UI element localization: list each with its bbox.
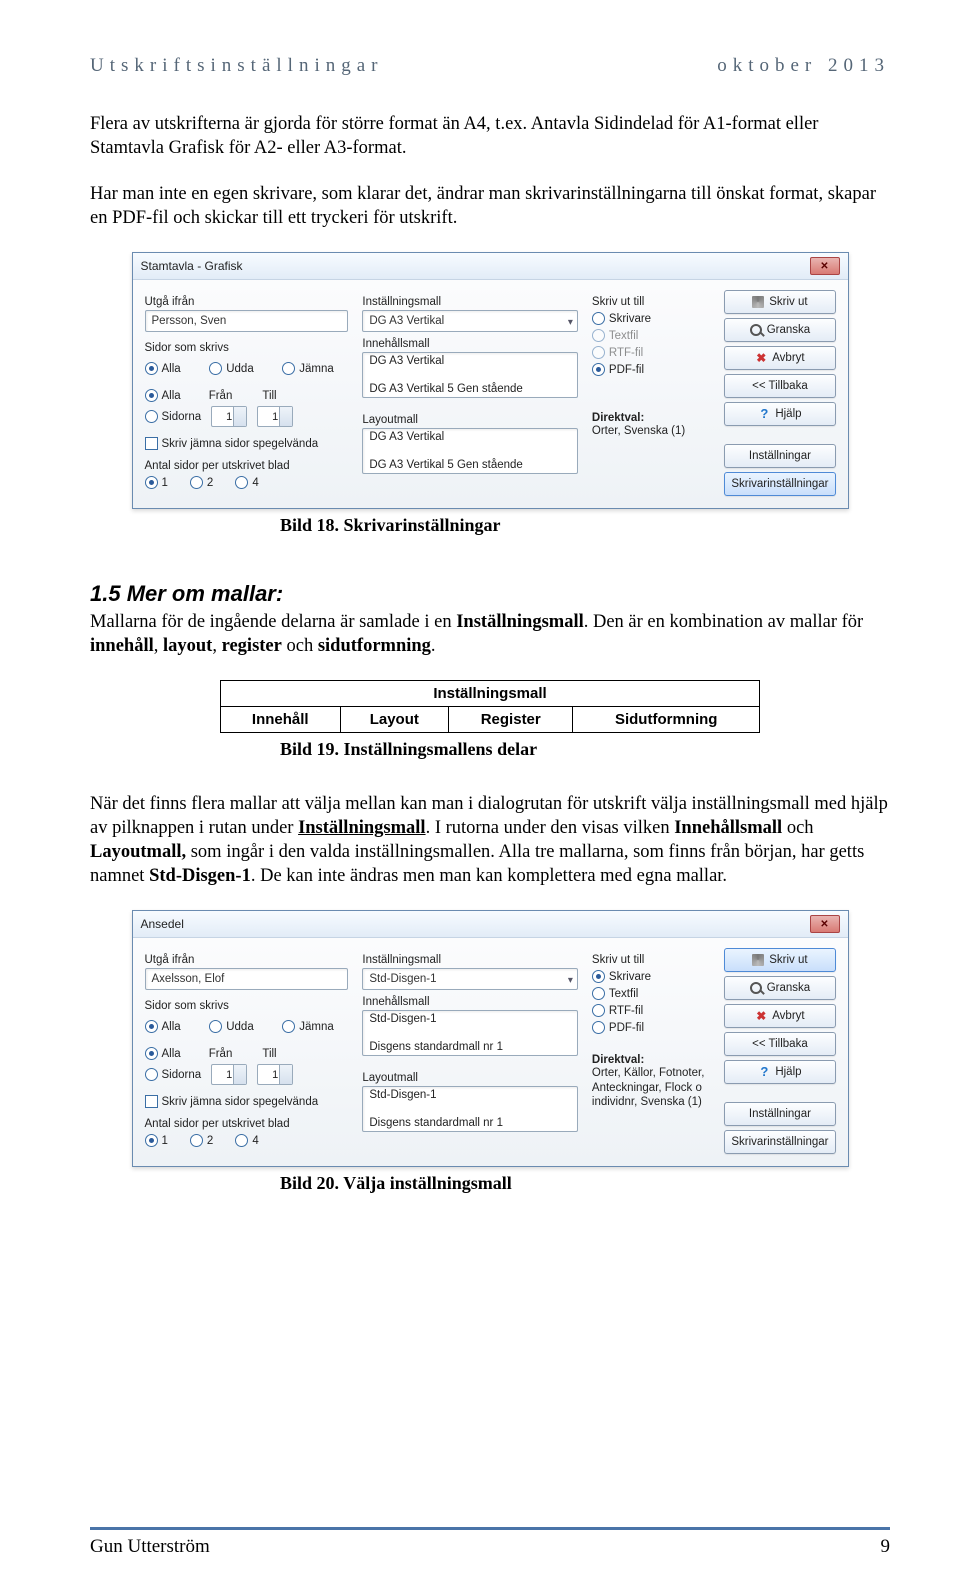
utga-field[interactable]: Persson, Sven <box>145 310 349 332</box>
print-button[interactable]: Skriv ut <box>724 290 835 314</box>
radio-2[interactable] <box>190 476 203 489</box>
radio-rtf <box>592 346 605 359</box>
paragraph-intro-2: Har man inte en egen skrivare, som klara… <box>90 182 890 230</box>
direktval-head: Direktval: <box>592 412 710 424</box>
inne-list[interactable]: DG A3 Vertikal DG A3 Vertikal 5 Gen ståe… <box>362 352 578 398</box>
help-button-d2[interactable]: ?Hjälp <box>724 1060 835 1084</box>
radio-udda[interactable] <box>209 362 222 375</box>
radio-4-d2[interactable] <box>235 1134 248 1147</box>
caption-19: Bild 19. Inställningsmallens delar <box>280 739 890 760</box>
cell-sidutf: Sidutformning <box>573 707 760 733</box>
utga-label: Utgå ifrån <box>145 296 349 308</box>
cancel-button-d2[interactable]: ✖Avbryt <box>724 1004 835 1028</box>
cell-innehall: Innehåll <box>221 707 341 733</box>
header-right: oktober 2013 <box>717 55 890 77</box>
footer-author: Gun Utterström <box>90 1536 210 1558</box>
radio-alla-2[interactable] <box>145 389 158 402</box>
inne-label: Innehållsmall <box>362 338 578 350</box>
paragraph-3: När det finns flera mallar att välja mel… <box>90 792 890 888</box>
preview-button-d2[interactable]: Granska <box>724 976 835 1000</box>
help-button[interactable]: ?Hjälp <box>724 402 835 426</box>
radio-2-d2[interactable] <box>190 1134 203 1147</box>
footer-page: 9 <box>881 1536 891 1558</box>
printer-settings-button-d2[interactable]: Skrivarinställningar <box>724 1130 835 1154</box>
settings-button[interactable]: Inställningar <box>724 444 835 468</box>
settings-button-d2[interactable]: Inställningar <box>724 1102 835 1126</box>
from-spinner[interactable]: 1 <box>211 406 247 427</box>
mirror-checkbox-d2[interactable] <box>145 1095 158 1108</box>
inst-combo-d2[interactable]: Std-Disgen-1 <box>362 968 578 990</box>
from-spinner-d2[interactable]: 1 <box>211 1064 247 1085</box>
print-icon <box>752 296 764 308</box>
back-button[interactable]: << Tillbaka <box>724 374 835 398</box>
sidor-label: Sidor som skrivs <box>145 342 349 354</box>
dialog-stamtavla: Stamtavla - Grafisk ✕ Utgå ifrån Persson… <box>132 252 849 509</box>
radio-1-d2[interactable] <box>145 1134 158 1147</box>
radio-alla2-d2[interactable] <box>145 1047 158 1060</box>
layout-list-d2[interactable]: Std-Disgen-1 Disgens standardmall nr 1 <box>362 1086 578 1132</box>
back-button-d2[interactable]: << Tillbaka <box>724 1032 835 1056</box>
radio-skrivare-d2[interactable] <box>592 970 605 983</box>
radio-pdf[interactable] <box>592 363 605 376</box>
radio-jamna[interactable] <box>282 362 295 375</box>
cell-register: Register <box>449 707 573 733</box>
radio-4[interactable] <box>235 476 248 489</box>
radio-sidorna[interactable] <box>145 410 158 423</box>
magnifier-icon <box>750 324 762 336</box>
inst-combo[interactable]: DG A3 Vertikal <box>362 310 578 332</box>
section-heading: 1.5 Mer om mallar: <box>90 581 890 607</box>
skriv-till-label: Skriv ut till <box>592 296 710 308</box>
cell-layout: Layout <box>340 707 449 733</box>
table-head: Inställningsmall <box>221 681 760 707</box>
radio-sidorna-d2[interactable] <box>145 1068 158 1081</box>
direktval-text-d2: Orter, Källor, Fotnoter, Anteckningar, F… <box>592 1066 710 1109</box>
inst-label: Inställningsmall <box>362 296 578 308</box>
radio-skrivare[interactable] <box>592 312 605 325</box>
question-icon: ? <box>758 408 770 420</box>
template-structure-table: Inställningsmall Innehåll Layout Registe… <box>220 680 760 733</box>
dialog-title-2: Ansedel <box>141 917 184 931</box>
cancel-button[interactable]: ✖Avbryt <box>724 346 835 370</box>
caption-18: Bild 18. Skrivarinställningar <box>280 515 890 536</box>
x-icon: ✖ <box>755 352 767 364</box>
radio-textfil <box>592 329 605 342</box>
layout-list[interactable]: DG A3 Vertikal DG A3 Vertikal 5 Gen ståe… <box>362 428 578 474</box>
radio-alla[interactable] <box>145 362 158 375</box>
dialog-ansedel: Ansedel ✕ Utgå ifrån Axelsson, Elof Sido… <box>132 910 849 1167</box>
paragraph-mallar: Mallarna för de ingående delarna är saml… <box>90 610 890 658</box>
magnifier-icon-2 <box>750 982 762 994</box>
radio-jamna-d2[interactable] <box>282 1020 295 1033</box>
header-left: Utskriftsinställningar <box>90 55 383 77</box>
antal-label: Antal sidor per utskrivet blad <box>145 460 349 472</box>
radio-1[interactable] <box>145 476 158 489</box>
mirror-checkbox[interactable] <box>145 437 158 450</box>
to-spinner[interactable]: 1 <box>257 406 293 427</box>
direktval-text: Orter, Svenska (1) <box>592 424 710 438</box>
layout-label: Layoutmall <box>362 414 578 426</box>
inne-list-d2[interactable]: Std-Disgen-1 Disgens standardmall nr 1 <box>362 1010 578 1056</box>
close-icon-2[interactable]: ✕ <box>810 915 840 933</box>
radio-textfil-d2[interactable] <box>592 987 605 1000</box>
print-icon-2 <box>752 954 764 966</box>
radio-udda-d2[interactable] <box>209 1020 222 1033</box>
radio-rtf-d2[interactable] <box>592 1004 605 1017</box>
preview-button[interactable]: Granska <box>724 318 835 342</box>
radio-pdf-d2[interactable] <box>592 1021 605 1034</box>
question-icon-2: ? <box>758 1066 770 1078</box>
print-button-d2[interactable]: Skriv ut <box>724 948 835 972</box>
paragraph-intro-1: Flera av utskrifterna är gjorda för stör… <box>90 112 890 160</box>
caption-20: Bild 20. Välja inställningsmall <box>280 1173 890 1194</box>
close-icon[interactable]: ✕ <box>810 257 840 275</box>
to-spinner-d2[interactable]: 1 <box>257 1064 293 1085</box>
dialog-title: Stamtavla - Grafisk <box>141 259 243 273</box>
x-icon-2: ✖ <box>755 1010 767 1022</box>
printer-settings-button[interactable]: Skrivarinställningar <box>724 472 835 496</box>
radio-alla-d2[interactable] <box>145 1020 158 1033</box>
utga-field-2[interactable]: Axelsson, Elof <box>145 968 349 990</box>
